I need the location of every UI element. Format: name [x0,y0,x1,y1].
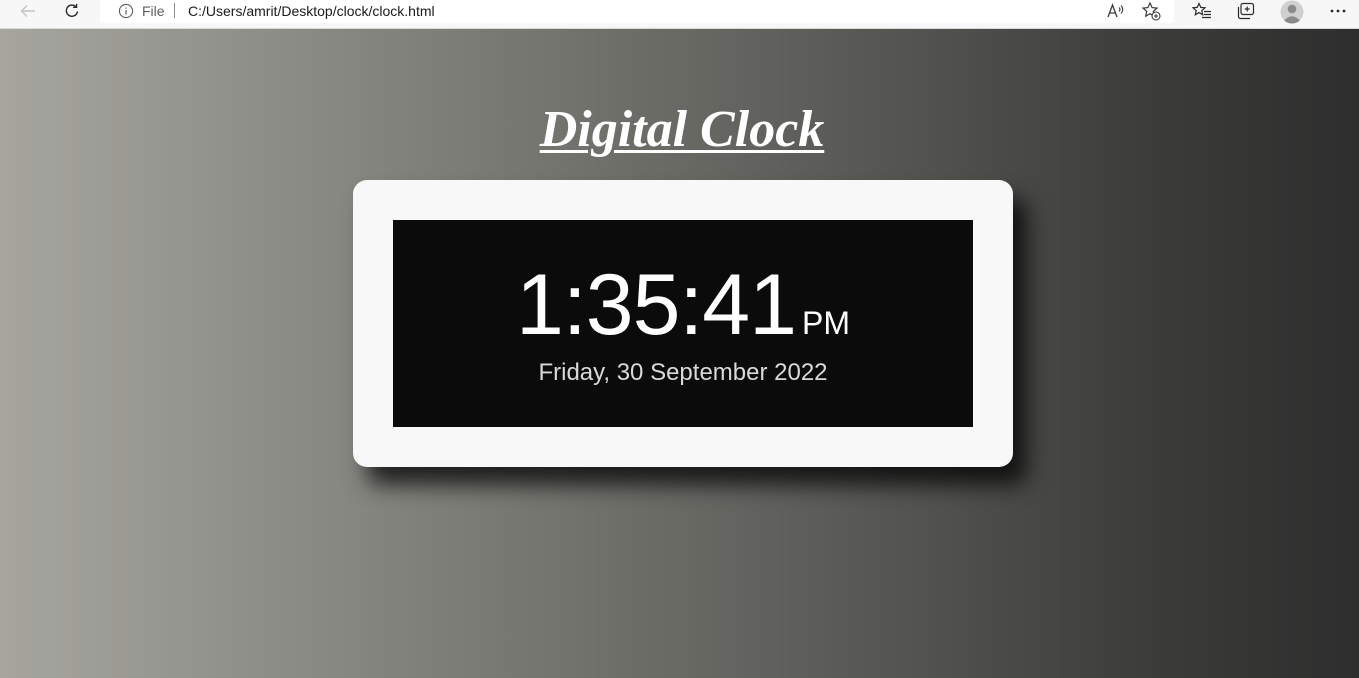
info-icon[interactable] [118,3,134,19]
clock-card: 1:35:41 PM Friday, 30 September 2022 [353,180,1013,467]
time-row: 1:35:41 PM [393,262,973,348]
clock-display: 1:35:41 PM Friday, 30 September 2022 [393,220,973,427]
profile-icon [1280,0,1304,24]
am-pm-indicator: PM [801,305,850,341]
address-separator [174,3,175,18]
profile-button[interactable] [1279,0,1305,24]
collections-button[interactable] [1234,0,1258,22]
more-button[interactable] [1326,0,1350,22]
back-button[interactable] [15,0,41,22]
back-arrow-icon [20,5,35,17]
address-bar[interactable]: File C:/Users/amrit/Desktop/clock/clock.… [100,0,1174,23]
scheme-label: File [142,3,165,19]
favorites-icon [1192,2,1211,19]
date-value: Friday, 30 September 2022 [538,359,828,386]
reload-button[interactable] [59,0,85,22]
reload-icon [65,3,79,17]
time-value: 1:35:41 [516,257,797,353]
favorites-button[interactable] [1190,0,1214,22]
browser-toolbar: File C:/Users/amrit/Desktop/clock/clock.… [0,0,1359,29]
page-title: Digital Clock [539,101,825,158]
page-content: Digital Clock 1:35:41 PM Friday, 30 Septe… [0,29,1359,678]
add-favorite-icon[interactable] [1141,1,1161,21]
read-aloud-icon[interactable] [1106,2,1126,20]
more-icon [1330,9,1346,13]
url-text[interactable]: C:/Users/amrit/Desktop/clock/clock.html [188,2,435,20]
collections-icon [1237,2,1255,20]
